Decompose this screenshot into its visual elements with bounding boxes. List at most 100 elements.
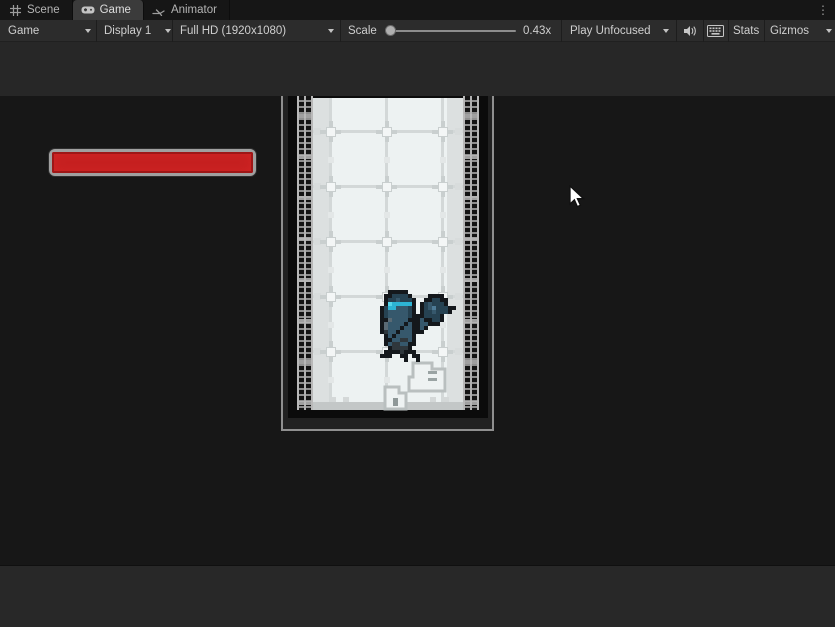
health-bar-fill (52, 152, 253, 173)
tab-strip: Scene Game Animator ⋮ (0, 0, 835, 20)
floor-bar-nub (343, 397, 349, 402)
floor-grid-end-cap (455, 238, 462, 245)
tile-mid-square (327, 322, 334, 328)
gamepad-icon (81, 3, 95, 17)
tile-mid-square (439, 267, 446, 273)
window-menu-kebab-icon[interactable]: ⋮ (817, 1, 829, 19)
tile-plus-center (382, 182, 391, 191)
game-mode-dropdown[interactable]: Game (8, 20, 39, 42)
chevron-down-icon (663, 29, 669, 33)
level-strip (281, 96, 494, 431)
floor-bar-nub (330, 397, 336, 402)
game-view-toolbar: Game Display 1 Full HD (1920x1080) Scale… (0, 20, 835, 42)
scale-label: Scale (348, 25, 377, 37)
tab-game-label: Game (99, 4, 131, 16)
floor-grid-end-cap (455, 348, 462, 355)
tab-animator-label: Animator (170, 4, 217, 16)
toolbar-separator (703, 20, 704, 42)
toolbar-separator (172, 20, 173, 42)
toolbar-separator (676, 20, 677, 42)
tile-mid-square (383, 267, 390, 273)
toolbar-separator (728, 20, 729, 42)
chevron-down-icon (826, 29, 832, 33)
scale-slider-knob[interactable] (385, 25, 396, 36)
tile-plus-center (326, 127, 335, 136)
game-render-area (0, 96, 835, 565)
tab-animator[interactable]: Animator (144, 0, 230, 20)
tile-mid-square (327, 267, 334, 273)
tile-plus-center (438, 292, 447, 301)
unity-game-view-window: Scene Game Animator ⋮ Game Display 1 Ful… (0, 0, 835, 627)
display-dropdown-label: Display 1 (104, 25, 152, 37)
tile-mid-square (327, 377, 334, 383)
tile-plus-center (326, 182, 335, 191)
keyboard-shortcuts-button[interactable] (705, 20, 726, 42)
gizmos-dropdown[interactable]: Gizmos (770, 20, 809, 42)
level-bottom-edge (288, 410, 487, 418)
chevron-down-icon (85, 29, 91, 33)
tab-scene[interactable]: Scene (0, 0, 73, 20)
ladder-track-right (463, 96, 479, 410)
tile-plus-center (382, 237, 391, 246)
scene-grid-icon (8, 3, 22, 17)
tile-plus-center (382, 347, 391, 356)
tile-plus-center (326, 237, 335, 246)
tiled-floor (313, 98, 463, 402)
keyboard-shortcuts-icon (707, 25, 724, 37)
tile-plus-center (382, 127, 391, 136)
floor-light-column-left (313, 98, 329, 402)
play-focus-dropdown-label: Play Unfocused (570, 25, 651, 37)
ladder-track-left (297, 96, 313, 410)
floor-light-column-right (447, 98, 463, 402)
toolbar-separator (561, 20, 562, 42)
tile-plus-center (326, 347, 335, 356)
chevron-down-icon (328, 29, 334, 33)
animator-icon (152, 3, 166, 17)
tab-scene-label: Scene (27, 4, 60, 16)
mute-audio-button[interactable] (679, 20, 700, 42)
toolbar-separator (96, 20, 97, 42)
level-wall-left (288, 96, 297, 418)
gizmos-dropdown-label: Gizmos (770, 25, 809, 37)
tile-plus-center (438, 127, 447, 136)
toolbar-separator (340, 20, 341, 42)
floor-grid-end-cap (455, 293, 462, 300)
tile-mid-square (439, 377, 446, 383)
floor-grid-end-cap (455, 183, 462, 190)
level-wall-right (479, 96, 488, 418)
tile-mid-square (383, 157, 390, 163)
play-focus-dropdown[interactable]: Play Unfocused (570, 20, 651, 42)
health-bar (49, 149, 256, 176)
tile-mid-square (439, 322, 446, 328)
tile-mid-square (383, 322, 390, 328)
floor-bar-nub (443, 397, 449, 402)
game-mode-dropdown-label: Game (8, 25, 40, 37)
tile-mid-square (327, 212, 334, 218)
tile-plus-center (438, 237, 447, 246)
resolution-dropdown-label: Full HD (1920x1080) (180, 25, 287, 37)
toolbar-separator (764, 20, 765, 42)
stats-button-label: Stats (733, 25, 760, 37)
letterbox-bottom (0, 565, 835, 627)
tile-plus-center (438, 182, 447, 191)
resolution-dropdown[interactable]: Full HD (1920x1080) (180, 20, 286, 42)
floor-bar-nub (388, 397, 394, 402)
tile-mid-square (383, 377, 390, 383)
mute-audio-icon (683, 26, 696, 36)
floor-grid-end-cap (455, 128, 462, 135)
scale-slider-track[interactable] (390, 30, 516, 32)
tile-mid-square (327, 157, 334, 163)
stats-button[interactable]: Stats (733, 20, 759, 42)
floor-bar-nub (430, 397, 436, 402)
display-dropdown[interactable]: Display 1 (104, 20, 151, 42)
tile-plus-center (438, 347, 447, 356)
tile-mid-square (383, 212, 390, 218)
knight-character-sprite (380, 290, 384, 294)
tile-mid-square (439, 212, 446, 218)
chevron-down-icon (165, 29, 171, 33)
tab-game[interactable]: Game (72, 0, 144, 20)
scale-value: 0.43x (523, 25, 552, 37)
floor-bottom-bar (313, 397, 463, 410)
mouse-cursor-icon (569, 185, 586, 208)
tile-mid-square (439, 157, 446, 163)
